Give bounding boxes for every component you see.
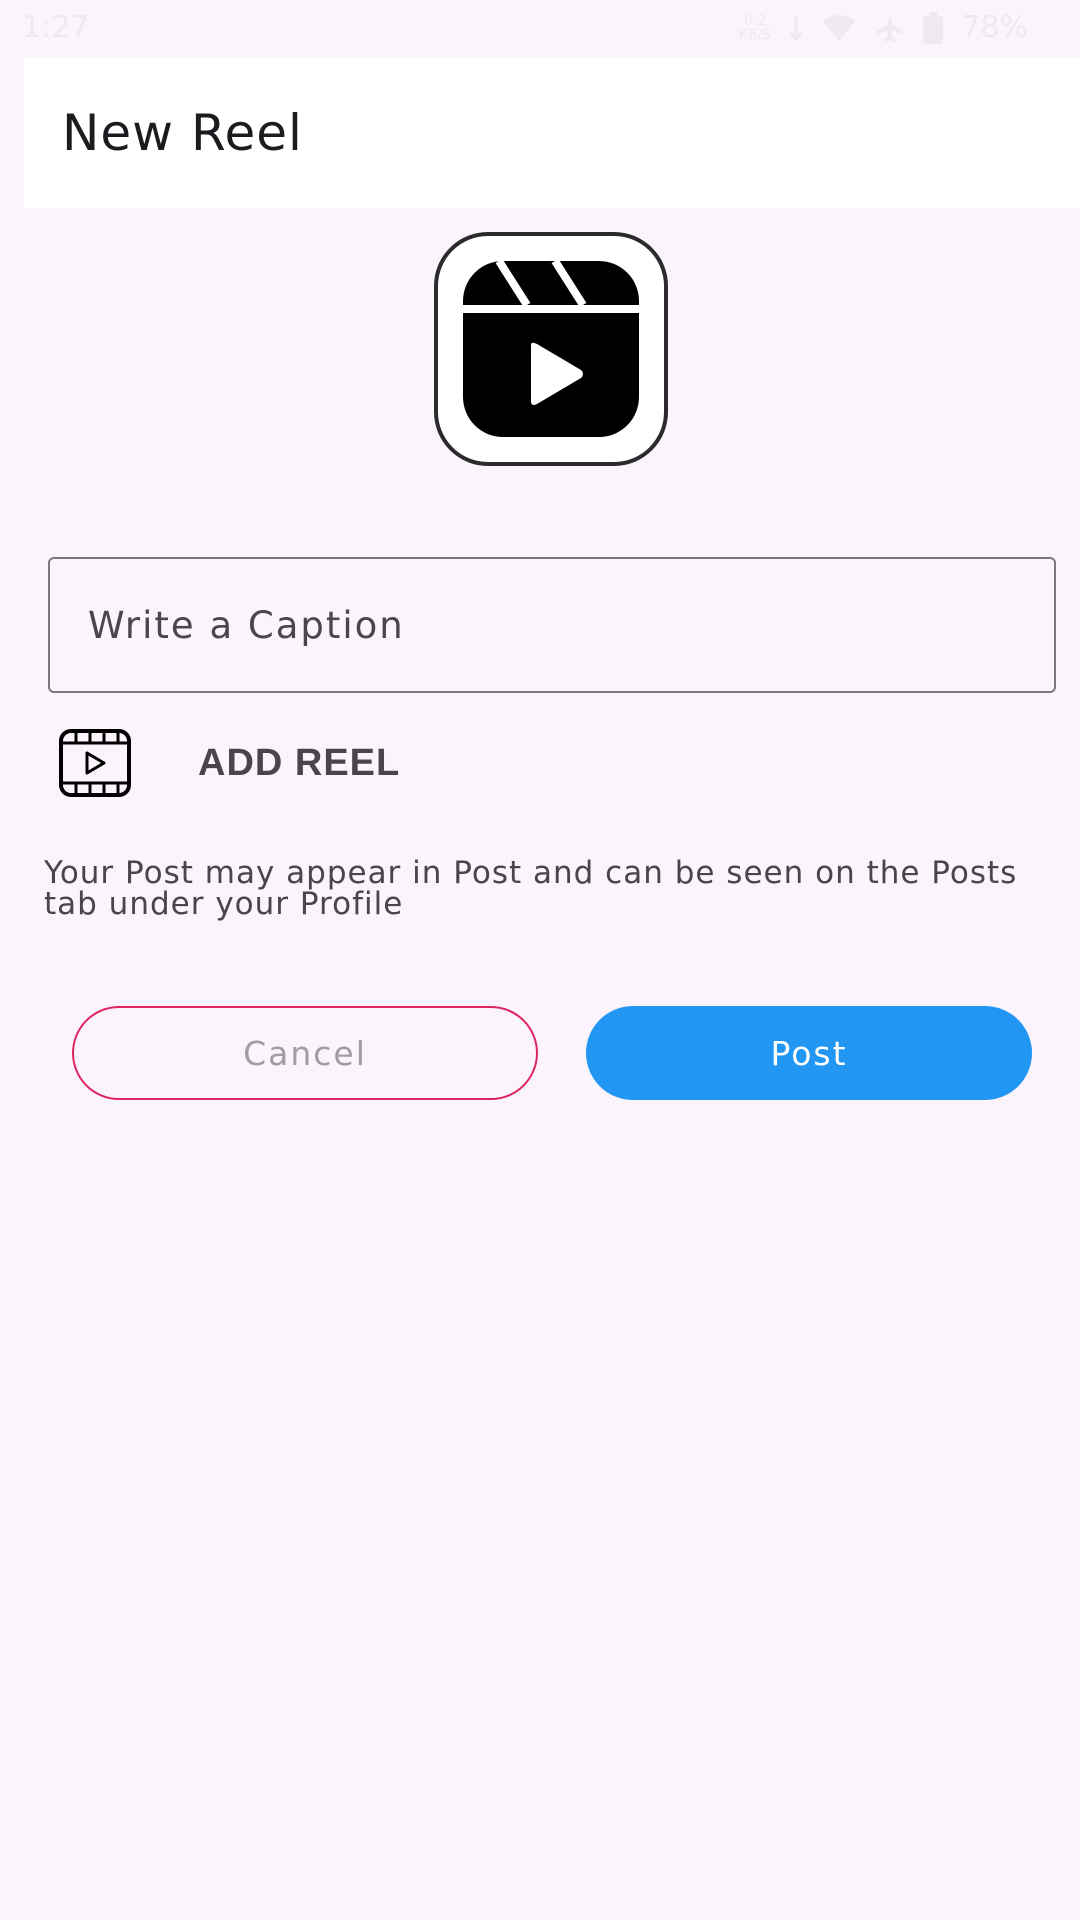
- data-arrows-icon: [790, 16, 803, 41]
- status-time: 1:27: [22, 10, 90, 45]
- visibility-notice: Your Post may appear in Post and can be …: [44, 855, 1018, 922]
- add-reel-label: ADD REEL: [198, 741, 401, 784]
- network-speed-value: 0.2: [743, 12, 767, 29]
- film-play-icon: [59, 729, 131, 797]
- network-speed: 0.2 KB/S: [739, 14, 771, 42]
- add-reel-button[interactable]: ADD REEL: [58, 728, 400, 798]
- status-icons: 0.2 KB/S 78%: [739, 10, 1028, 45]
- status-bar: 1:27 0.2 KB/S 78%: [0, 0, 1080, 56]
- cancel-button[interactable]: Cancel: [72, 1006, 538, 1100]
- battery-icon: [923, 11, 944, 44]
- page-title: New Reel: [62, 104, 303, 162]
- post-button[interactable]: Post: [586, 1006, 1032, 1100]
- reel-clapperboard-icon: [463, 261, 639, 437]
- app-bar: New Reel: [24, 58, 1080, 208]
- battery-level: 78%: [961, 10, 1028, 45]
- wifi-icon: [823, 14, 856, 41]
- network-speed-unit: KB/S: [738, 26, 772, 43]
- caption-input[interactable]: [48, 557, 1056, 693]
- reel-preview[interactable]: [434, 232, 668, 466]
- airplane-icon: [877, 14, 904, 42]
